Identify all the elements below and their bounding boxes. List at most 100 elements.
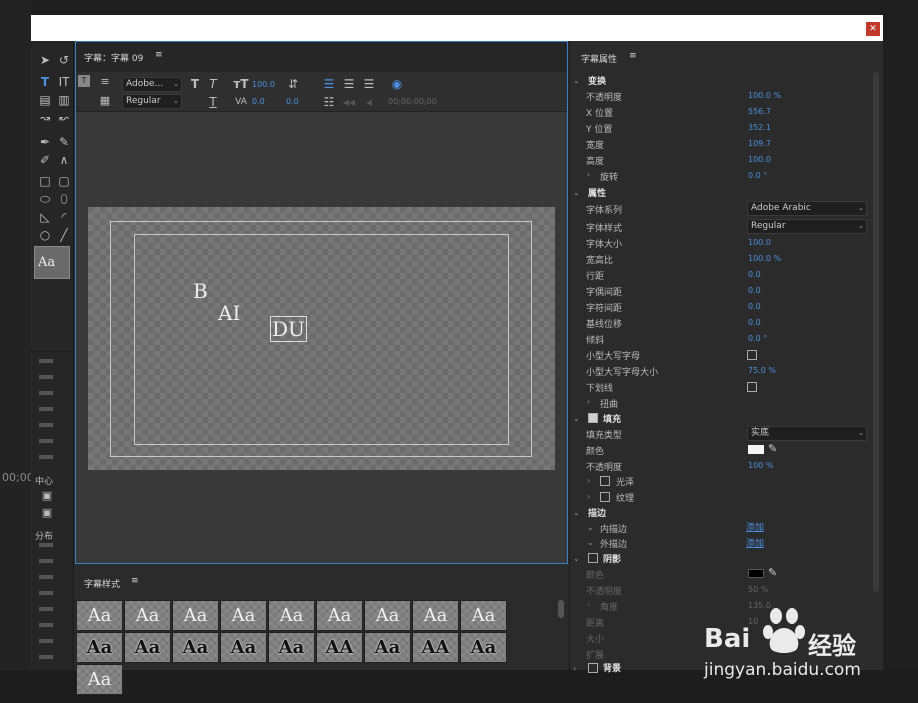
outer-stroke-add-link[interactable]: 添加 xyxy=(746,536,764,549)
y-position-value[interactable]: 352.1 xyxy=(748,123,771,132)
style-swatch[interactable]: Aa xyxy=(124,600,171,631)
vertical-area-type-tool-icon[interactable]: ▥ xyxy=(55,91,73,109)
bold-icon[interactable]: T xyxy=(186,75,204,93)
vertical-path-type-tool-icon[interactable]: ↜ xyxy=(55,109,73,127)
style-swatch[interactable]: Aa xyxy=(364,600,411,631)
style-swatch[interactable]: Aa xyxy=(76,664,123,695)
shadow-color-swatch[interactable] xyxy=(748,569,764,578)
stroke-chevron-icon[interactable]: ⌄ xyxy=(573,508,580,517)
rotate-tool-icon[interactable]: ↺ xyxy=(55,51,73,69)
fill-chevron-icon[interactable]: ⌄ xyxy=(573,414,580,423)
center-vertical-icon[interactable]: ▣ xyxy=(38,504,56,522)
vertical-type-tool-icon[interactable]: IT xyxy=(55,73,73,91)
italic-icon[interactable]: T xyxy=(204,75,222,93)
fill-type-select[interactable]: 实底 ⌄ xyxy=(747,426,867,441)
font-family-select[interactable]: Adobe Arabic ⌄ xyxy=(747,201,867,216)
sheen-chevron-icon[interactable]: › xyxy=(587,476,590,485)
canvas-text-b[interactable]: B xyxy=(193,279,208,303)
style-swatch[interactable]: Aa xyxy=(268,600,315,631)
underline-checkbox[interactable] xyxy=(747,382,757,392)
small-caps-size-value[interactable]: 75.0 % xyxy=(748,366,776,375)
fill-section[interactable]: 填充 xyxy=(603,412,621,425)
rectangle-tool-icon[interactable]: □ xyxy=(36,172,54,190)
baseline-value[interactable]: 0.0 xyxy=(748,318,761,327)
previous-frame-icon[interactable]: ◂◂ xyxy=(340,93,358,111)
line-tool-icon[interactable]: ╱ xyxy=(55,226,73,244)
align-left-icon[interactable]: ☰ xyxy=(320,75,338,93)
kerning-prop-value[interactable]: 0.0 xyxy=(748,286,761,295)
style-swatch[interactable]: Aa xyxy=(460,600,507,631)
background-checkbox[interactable] xyxy=(588,663,598,673)
close-button[interactable]: ✕ xyxy=(866,22,880,36)
font-family-dropdown[interactable]: Adobe... ⌄ xyxy=(122,77,182,92)
background-chevron-icon[interactable]: › xyxy=(573,664,576,673)
align-right-icon[interactable]: ☰ xyxy=(360,75,378,93)
style-swatch[interactable]: Aa xyxy=(220,600,267,631)
style-swatch[interactable]: Aa xyxy=(220,632,267,663)
title-canvas[interactable]: B AI DU xyxy=(88,207,555,470)
fill-opacity-value[interactable]: 100 % xyxy=(748,461,773,470)
type-tool-icon[interactable]: T xyxy=(36,73,54,91)
distribute-icons-group[interactable] xyxy=(39,543,53,668)
props-menu-icon[interactable]: ≡ xyxy=(629,51,637,61)
font-size-value[interactable]: 100.0 xyxy=(252,80,275,89)
delete-anchor-tool-icon[interactable]: ✐ xyxy=(36,151,54,169)
height-value[interactable]: 100.0 xyxy=(748,155,771,164)
add-anchor-tool-icon[interactable]: ✎ xyxy=(55,133,73,151)
background-section[interactable]: 背景 xyxy=(603,661,621,674)
props-scrollbar[interactable] xyxy=(873,72,879,592)
style-swatch[interactable]: Aa xyxy=(460,632,507,663)
style-swatch[interactable]: Aa xyxy=(268,632,315,663)
next-frame-icon[interactable]: ◂ xyxy=(360,93,378,111)
path-type-tool-icon[interactable]: ↝ xyxy=(36,109,54,127)
font-style-dropdown[interactable]: Regular ⌄ xyxy=(122,94,182,109)
shadow-opacity-value[interactable]: 50 % xyxy=(748,585,768,594)
transform-section[interactable]: 变换 xyxy=(588,74,606,87)
style-swatch[interactable]: Aa xyxy=(76,600,123,631)
shadow-section[interactable]: 阴影 xyxy=(603,552,621,565)
texture-chevron-icon[interactable]: › xyxy=(587,492,590,501)
style-swatch[interactable]: Aa xyxy=(412,600,459,631)
attributes-chevron-icon[interactable]: ⌄ xyxy=(573,188,580,197)
tab-stops-icon[interactable]: ☷ xyxy=(320,93,338,111)
attributes-section[interactable]: 属性 xyxy=(588,186,606,199)
style-swatch[interactable]: Aa xyxy=(172,632,219,663)
small-caps-checkbox[interactable] xyxy=(747,350,757,360)
eyedropper-icon[interactable]: ✎ xyxy=(768,442,777,455)
canvas-text-du[interactable]: DU xyxy=(270,316,307,342)
center-horizontal-icon[interactable]: ▣ xyxy=(38,487,56,505)
convert-anchor-tool-icon[interactable]: ∧ xyxy=(55,151,73,169)
style-swatch[interactable]: Aa xyxy=(316,600,363,631)
align-center-icon[interactable]: ☰ xyxy=(340,75,358,93)
stroke-section[interactable]: 描边 xyxy=(588,506,606,519)
new-title-icon[interactable]: T xyxy=(78,75,90,87)
inner-stroke-chevron-icon[interactable]: ⌄ xyxy=(587,523,594,532)
area-type-tool-icon[interactable]: ▤ xyxy=(36,91,54,109)
rounded-rectangle-tool-icon[interactable]: ▢ xyxy=(55,172,73,190)
show-background-video-icon[interactable]: ◉ xyxy=(388,75,406,93)
distort-chevron-icon[interactable]: › xyxy=(587,397,590,406)
inner-stroke-add-link[interactable]: 添加 xyxy=(746,520,764,533)
rounded-corner-tool-icon[interactable]: ⬯ xyxy=(55,190,73,208)
wedge-tool-icon[interactable]: ◺ xyxy=(36,208,54,226)
slant-value[interactable]: 0.0 ° xyxy=(748,334,767,343)
ellipse-tool-icon[interactable]: ○ xyxy=(36,226,54,244)
style-swatch[interactable]: AA xyxy=(316,632,363,663)
rotation-value[interactable]: 0.0 ° xyxy=(748,171,767,180)
fill-color-swatch[interactable] xyxy=(748,445,764,454)
shadow-checkbox[interactable] xyxy=(588,553,598,563)
outer-stroke-chevron-icon[interactable]: ⌄ xyxy=(587,538,594,547)
kerning-value[interactable]: 0.0 xyxy=(252,97,265,106)
style-swatch[interactable]: Aa xyxy=(364,632,411,663)
rotation-chevron-icon[interactable]: › xyxy=(587,170,590,179)
width-value[interactable]: 109.7 xyxy=(748,139,771,148)
opacity-value[interactable]: 100.0 % xyxy=(748,91,781,100)
texture-checkbox[interactable] xyxy=(600,492,610,502)
font-style-select[interactable]: Regular ⌄ xyxy=(747,219,867,234)
style-swatch[interactable]: Aa xyxy=(76,632,123,663)
leading-value[interactable]: 0.0 xyxy=(286,97,299,106)
shadow-chevron-icon[interactable]: ⌄ xyxy=(573,554,580,563)
underline-icon[interactable]: T xyxy=(204,93,222,111)
style-swatch[interactable]: Aa xyxy=(124,632,171,663)
aspect-value[interactable]: 100.0 % xyxy=(748,254,781,263)
